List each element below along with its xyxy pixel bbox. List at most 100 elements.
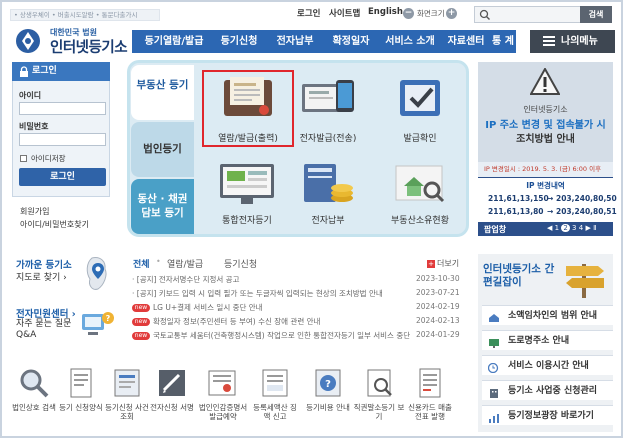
site-logo[interactable]: 인터넷등기소 [50,36,128,57]
pager-page-3[interactable]: 3 [572,224,576,232]
guide-btn-data-plaza[interactable]: 등기정보광장 바로가기 [482,405,613,425]
cost-info-icon[interactable]: ? [311,366,345,400]
quick-seal-certificate[interactable]: 법인인감증명서 발급예약 [196,403,250,421]
nav-item-resources[interactable]: 자료센터 [442,30,490,53]
category-movable-assets[interactable]: 동산 · 채권 담보 등기 [131,179,194,234]
nav-item-fixed-date[interactable]: 확정일자 [325,30,377,53]
news-row[interactable]: new 국토교통부 세움터(건축행정시스템) 작업으로 인한 통합전자등기 일부 … [132,330,412,342]
search-button[interactable]: 검색 [580,6,612,23]
quick-corp-name-search[interactable]: 법인상호 검색 [12,403,56,412]
guide-btn-registry-management[interactable]: 등기소 사업중 신청관리 [482,380,613,400]
guide-btn-service-hours[interactable]: 서비스 이용시간 안내 [482,355,613,375]
help-desk-icon[interactable]: ? [80,308,116,340]
news-more-label: 더보기 [437,259,460,268]
nearby-office-sub[interactable]: 지도로 찾기 › [16,270,67,283]
svg-text:?: ? [325,379,331,390]
english-link[interactable]: English [368,7,403,17]
password-input[interactable] [19,133,106,146]
top-util-links[interactable]: • 상생우체이 • 버출시도알람 • 통문다출가시 [10,9,160,21]
my-menu-button[interactable]: 나의메뉴 [530,30,615,53]
e-signature-icon[interactable] [155,366,189,400]
zoom-in-icon[interactable]: + [446,8,457,19]
new-badge: new [132,304,150,312]
guide-btn-small-tenant[interactable]: 소액임차인의 범위 안내 [482,305,613,325]
service-e-payment[interactable]: 전자납부 [283,213,373,226]
nav-item-view-issue[interactable]: 등기열람/발급 [138,30,210,53]
news-title: [공지] 전자서명수단 지정서 공고 [136,275,240,284]
chart-icon [488,411,500,431]
quick-credit-receipt[interactable]: 신용카드 매출전표 발행 [408,403,452,421]
notice-subheadline: 조치방법 안내 [516,134,575,145]
road-sign-icon [488,336,500,356]
quick-tax-report[interactable]: 등록세액산 징액 신고 [253,403,297,421]
pager-page-1[interactable]: 1 [555,224,559,232]
login-button[interactable]: 로그인 [19,168,106,186]
news-title: 국토교통부 세움터(건축행정시스템) 작업으로 인한 통합전자등기 일부 서비스… [153,331,412,340]
verify-check-icon[interactable] [390,74,450,124]
nav-item-statistics[interactable]: 통 계 [490,30,516,53]
credit-receipt-icon[interactable] [413,366,447,400]
nav-item-registration[interactable]: 등기신청 [213,30,265,53]
category-real-estate[interactable]: 부동산 등기 [131,65,194,120]
cancellation-view-icon[interactable] [362,366,396,400]
news-tab-all[interactable]: 전체 [133,257,150,270]
case-lookup-icon[interactable] [110,366,144,400]
court-emblem-icon[interactable] [14,27,42,55]
search-icon [479,9,490,20]
ip-new-2: 203,240,80,51 [556,207,617,216]
quick-case-lookup[interactable]: 등기신청 사건조회 [105,403,149,421]
service-integrated-registry[interactable]: 통합전자등기 [202,213,292,226]
pager-next-icon[interactable]: ▶ [585,224,590,232]
join-link[interactable]: 회원가입 [20,206,49,217]
quick-cancellation-view[interactable]: 직권말소등기 보기 [352,403,406,421]
pager-pause-icon[interactable]: Ⅱ [593,224,596,232]
svg-text:?: ? [106,314,111,323]
property-ownership-icon[interactable] [390,160,450,210]
pager-page-2[interactable]: 2 [561,224,570,232]
quick-registration-forms[interactable]: 등기 신청양식 [59,403,103,412]
news-tab-registration[interactable]: 등기신청 [224,257,257,270]
sitemap-link[interactable]: 사이트맵 [329,7,360,19]
corp-name-search-icon[interactable] [17,366,51,400]
e-payment-icon[interactable] [298,160,358,210]
find-account-link[interactable]: 아이디/비밀번호찾기 [20,219,89,230]
guide-btn-road-address[interactable]: 도로명주소 안내 [482,330,613,350]
guide-title: 인터넷등기소 간편길잡이 [483,263,555,288]
plus-icon: + [427,260,435,268]
zoom-out-icon[interactable]: − [403,8,414,19]
nav-item-service-intro[interactable]: 서비스 소개 [381,30,439,53]
nearby-office-title[interactable]: 가까운 등기소 [16,257,72,271]
service-e-issue[interactable]: 전자발급(전송) [283,131,373,144]
ip-arrow-2: → [547,207,554,216]
save-id-checkbox[interactable] [20,155,27,162]
document-print-icon[interactable] [218,74,278,124]
news-date: 2024-01-29 [416,330,460,339]
news-row[interactable]: new LG U+결제 서비스 일시 중단 안내 [132,302,412,314]
banner-pager[interactable]: ◀ 1 2 3 4 ▶ Ⅱ [547,224,597,232]
news-row[interactable]: · [공지] 키보드 입력 시 입력 필가 또는 두글자씩 입력되는 현상의 조… [132,288,412,300]
pager-prev-icon[interactable]: ◀ [547,224,552,232]
news-row[interactable]: · [공지] 전자서명수단 지정서 공고 [132,274,458,286]
e-issue-icon[interactable] [298,74,358,124]
seal-certificate-icon[interactable] [205,366,239,400]
news-row[interactable]: new 확정일자 정보(주민센터 등 부여) 수신 장애 관련 안내 [132,316,412,328]
login-link[interactable]: 로그인 [297,7,320,19]
category-corporate[interactable]: 법인등기 [131,122,194,177]
e-civil-center-title[interactable]: 전자민원센터 › [16,306,76,320]
service-verify[interactable]: 발급확인 [375,131,465,144]
news-tab-view-issue[interactable]: 열람/발급 [167,257,203,270]
news-more-link[interactable]: + 더보기 [427,258,459,269]
form-document-icon[interactable] [64,366,98,400]
service-view-issue[interactable]: 열람/발급(출력) [203,131,293,144]
pager-page-4[interactable]: 4 [579,224,583,232]
quick-e-signature[interactable]: 전자신청 서명 [150,403,194,412]
id-input[interactable] [19,102,106,115]
integrated-registry-icon[interactable] [217,160,277,210]
korea-map-icon[interactable] [80,255,116,293]
service-property-ownership[interactable]: 부동산소유현황 [375,213,465,226]
news-title: [공지] 키보드 입력 시 입력 필가 또는 두글자씩 입력되는 현상의 조치방… [136,289,383,298]
faq-link[interactable]: 자주 묻는 질문 Q&A [16,319,78,341]
quick-cost-info[interactable]: 등기비용 안내 [306,403,350,412]
nav-item-epayment[interactable]: 전자납부 [269,30,321,53]
tax-report-icon[interactable] [258,366,292,400]
